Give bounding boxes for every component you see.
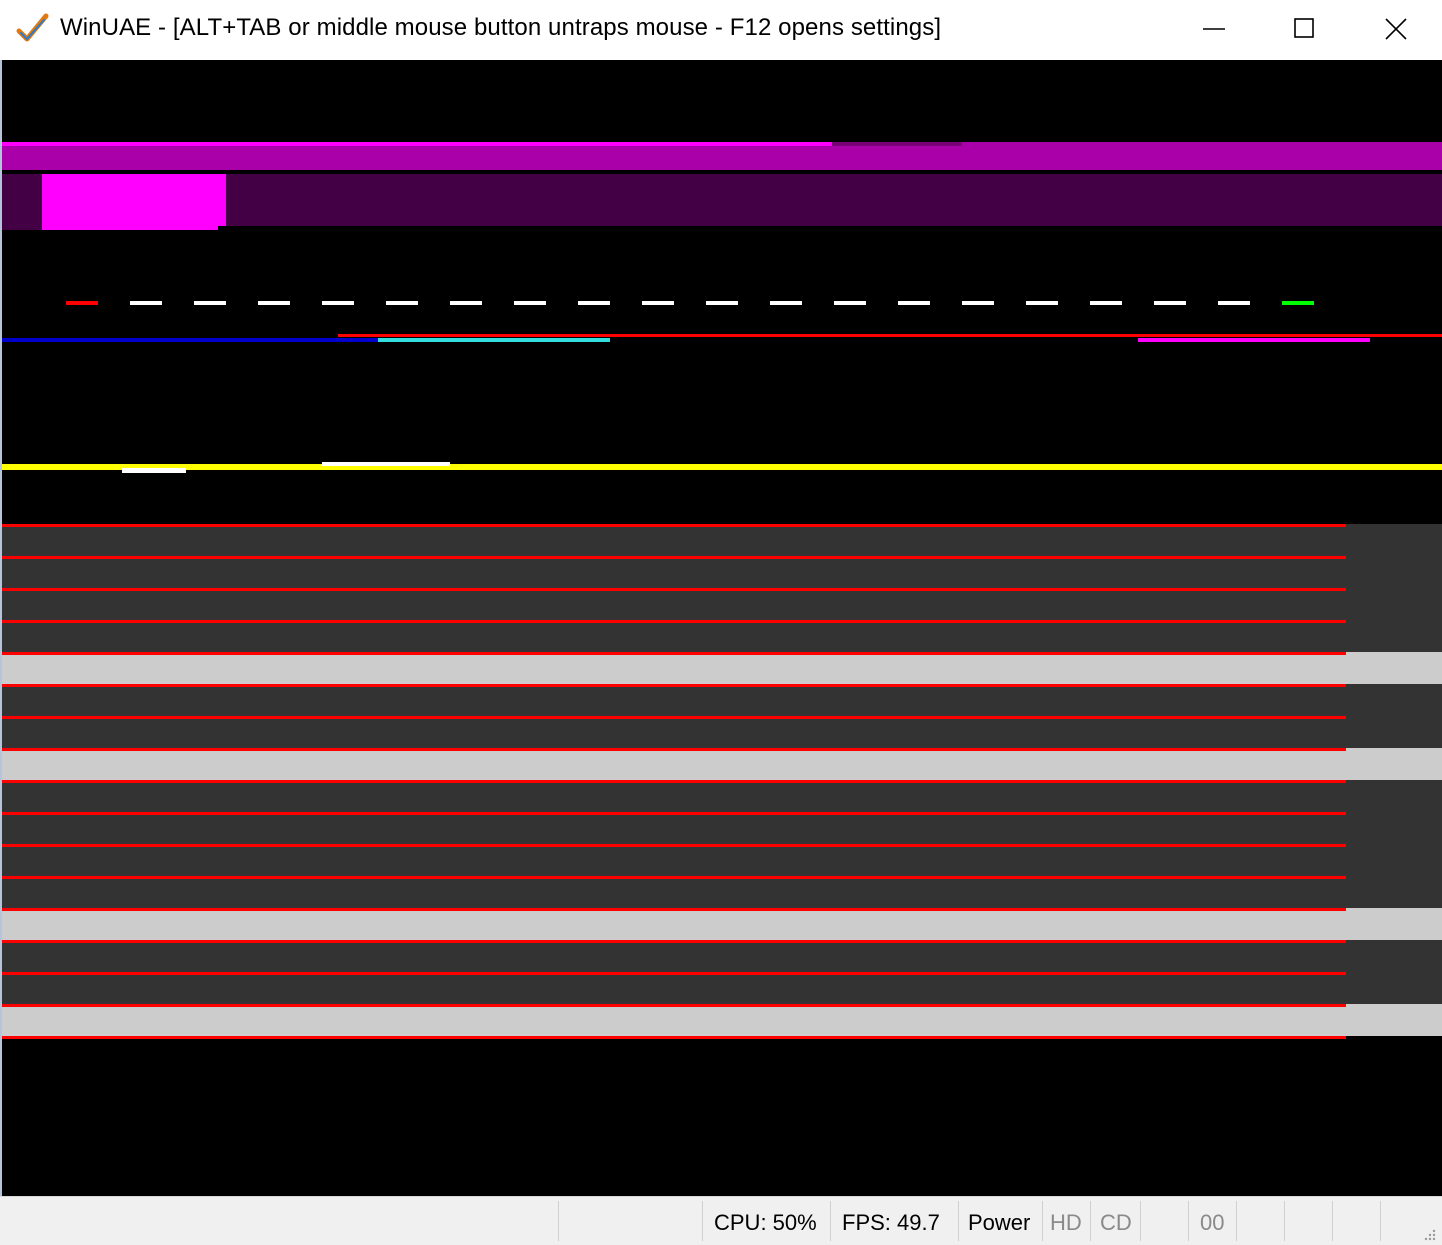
- dash-mark: [322, 301, 354, 305]
- grey-band: [2, 620, 1442, 652]
- magenta-mid-band: [2, 146, 1442, 170]
- red-stripe-line: [2, 556, 1346, 559]
- grey-band: [2, 876, 1442, 908]
- close-icon: [1385, 18, 1407, 40]
- status-separator: [1188, 1201, 1189, 1241]
- status-separator: [830, 1201, 831, 1241]
- grey-band: [2, 748, 1442, 780]
- status-separator: [1284, 1201, 1285, 1241]
- red-stripe-line: [2, 1036, 1346, 1039]
- status-separator: [558, 1201, 559, 1241]
- status-separator: [1380, 1201, 1381, 1241]
- dash-mark: [834, 301, 866, 305]
- power-indicator[interactable]: Power: [968, 1210, 1030, 1236]
- dash-mark: [1282, 301, 1314, 305]
- grey-band: [2, 556, 1442, 588]
- red-stripe-line: [2, 876, 1346, 879]
- dash-mark: [1154, 301, 1186, 305]
- dash-mark: [1090, 301, 1122, 305]
- dash-mark: [514, 301, 546, 305]
- magenta-dark-band-left: [2, 226, 42, 230]
- winuae-checkmark-icon[interactable]: [16, 12, 50, 46]
- dash-mark: [386, 301, 418, 305]
- status-separator: [958, 1201, 959, 1241]
- cpu-usage: CPU: 50%: [714, 1210, 817, 1235]
- dash-mark: [642, 301, 674, 305]
- grey-band: [2, 780, 1442, 812]
- grey-band: [2, 684, 1442, 716]
- status-separator: [1236, 1201, 1237, 1241]
- dash-mark: [898, 301, 930, 305]
- grey-band: [2, 940, 1442, 972]
- dash-mark: [194, 301, 226, 305]
- red-stripe-line: [2, 780, 1346, 783]
- dash-mark: [770, 301, 802, 305]
- title-bar[interactable]: WinUAE - [ALT+TAB or middle mouse button…: [0, 0, 1442, 60]
- red-stripe-line: [2, 684, 1346, 687]
- red-stripe-line: [2, 940, 1346, 943]
- red-stripe-line: [2, 652, 1346, 655]
- grey-band: [2, 844, 1442, 876]
- red-stripe-line: [2, 812, 1346, 815]
- hd-indicator[interactable]: HD: [1050, 1210, 1082, 1236]
- grey-band: [2, 908, 1442, 940]
- grey-band: [2, 524, 1442, 556]
- dash-mark: [450, 301, 482, 305]
- status-separator: [1332, 1201, 1333, 1241]
- status-separator: [702, 1201, 703, 1241]
- dash-mark: [706, 301, 738, 305]
- maximize-button[interactable]: [1258, 0, 1350, 58]
- red-stripe-line: [2, 1004, 1346, 1007]
- status-separator: [1140, 1201, 1141, 1241]
- grey-band: [2, 716, 1442, 748]
- dash-mark: [962, 301, 994, 305]
- red-stripe-line: [2, 748, 1346, 751]
- dash-mark: [1026, 301, 1058, 305]
- red-stripe-line: [2, 524, 1346, 527]
- cyan-line: [378, 338, 610, 342]
- grey-band: [2, 972, 1442, 1004]
- status-separator: [1042, 1201, 1043, 1241]
- minimize-icon: [1203, 28, 1225, 30]
- red-stripe-line: [2, 588, 1346, 591]
- red-stripe-line: [2, 716, 1346, 719]
- blue-line: [2, 338, 378, 342]
- magenta-bright-block-tail: [42, 226, 218, 230]
- yellow-line: [2, 464, 1442, 470]
- close-button[interactable]: [1350, 0, 1442, 58]
- grey-band: [2, 1004, 1442, 1036]
- emulator-display[interactable]: [2, 60, 1442, 1196]
- window-border: [0, 60, 2, 1244]
- drive-counter: 00: [1200, 1210, 1225, 1235]
- grey-band: [2, 652, 1442, 684]
- dash-mark: [1218, 301, 1250, 305]
- dash-mark: [258, 301, 290, 305]
- grey-band: [2, 588, 1442, 620]
- red-line: [338, 334, 1442, 337]
- status-bar: CPU: 50% FPS: 49.7 Power HD CD 00: [0, 1196, 1442, 1245]
- maximize-icon: [1294, 18, 1314, 38]
- status-separator: [1090, 1201, 1091, 1241]
- dash-mark: [66, 301, 98, 305]
- cd-indicator[interactable]: CD: [1100, 1210, 1132, 1236]
- minimize-button[interactable]: [1168, 0, 1260, 58]
- fps-counter: FPS: 49.7: [842, 1210, 940, 1235]
- red-stripe-line: [2, 844, 1346, 847]
- dash-mark: [578, 301, 610, 305]
- window-title: WinUAE - [ALT+TAB or middle mouse button…: [60, 14, 942, 41]
- grey-band: [2, 812, 1442, 844]
- red-stripe-line: [2, 620, 1346, 623]
- dash-mark: [130, 301, 162, 305]
- magenta-line: [1138, 338, 1370, 342]
- red-stripe-line: [2, 972, 1346, 975]
- white-segment-2: [322, 462, 450, 466]
- magenta-bright-block: [42, 174, 226, 226]
- winuae-window: WinUAE - [ALT+TAB or middle mouse button…: [0, 0, 1442, 1245]
- white-segment-1: [122, 468, 186, 473]
- red-stripe-line: [2, 908, 1346, 911]
- resize-grip-icon[interactable]: [1422, 1227, 1436, 1241]
